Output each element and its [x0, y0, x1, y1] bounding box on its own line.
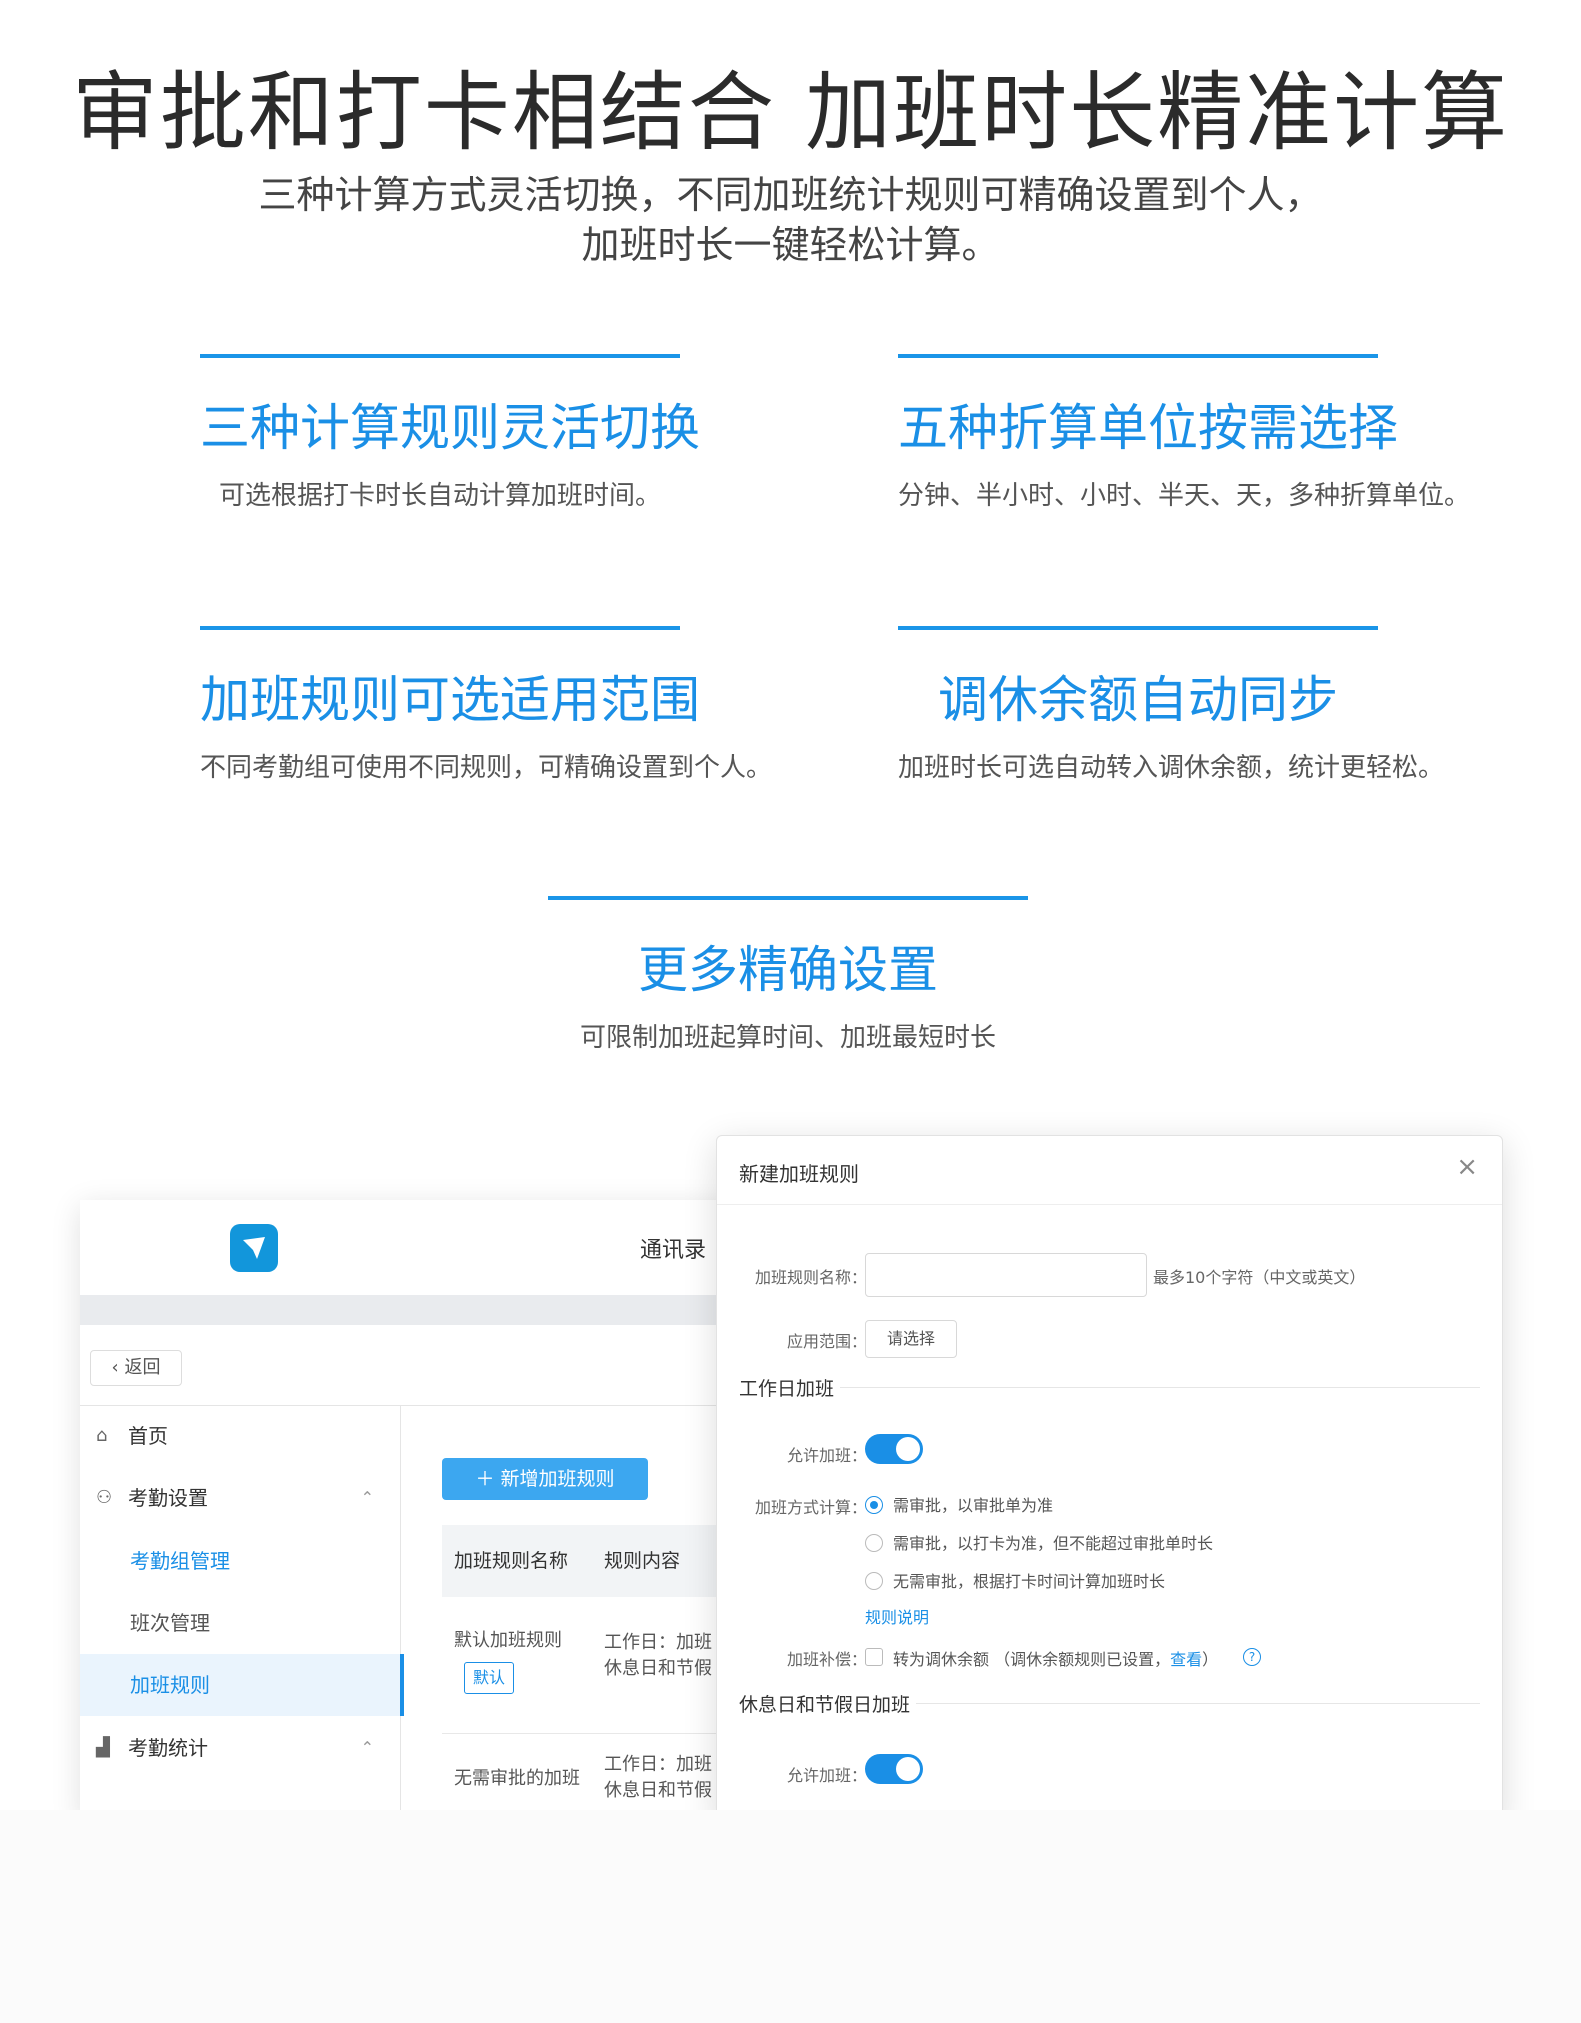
add-overtime-rule-button[interactable]: ＋ 新增加班规则 [442, 1458, 648, 1500]
feature-more-settings: 更多精确设置 可限制加班起算时间、加班最短时长 [548, 896, 1028, 1056]
feature-title: 三种计算规则灵活切换 [200, 399, 700, 457]
allow-overtime-label: 允许加班： [786, 1446, 867, 1465]
chevron-up-icon: ⌃ [360, 1488, 374, 1507]
calc-method-label: 加班方式计算： [754, 1498, 867, 1517]
help-icon[interactable]: ? [1243, 1648, 1261, 1666]
feature-desc: 分钟、半小时、小时、半天、天，多种折算单位。 [898, 481, 1471, 511]
feature-divider [548, 896, 1028, 900]
sidebar-item-label: 班次管理 [130, 1611, 210, 1635]
settings-grid-icon: ⚇ [96, 1487, 113, 1508]
rule-name-hint: 最多10个字符（中文或英文） [1153, 1268, 1366, 1287]
dialog-title: 新建加班规则 [739, 1162, 859, 1186]
table-row[interactable]: 默认加班规则 默认 工作日：加班 休息日和节假 [442, 1620, 760, 1730]
sidebar-item-overtime-rules[interactable]: 加班规则 [80, 1654, 404, 1716]
app-logo-icon [230, 1224, 278, 1272]
sidebar-item-group-mgmt[interactable]: 考勤组管理 [80, 1530, 400, 1592]
sidebar-item-label: 加班规则 [130, 1673, 210, 1697]
sidebar-item-label: 考勤统计 [128, 1736, 208, 1760]
feature-title: 五种折算单位按需选择 [898, 399, 1398, 457]
compensation-checkbox[interactable] [865, 1648, 883, 1666]
sidebar-item-attendance-stats[interactable]: ▟ 考勤统计 ⌃ [80, 1718, 400, 1778]
new-overtime-rule-dialog: 新建加班规则 × 加班规则名称： 最多10个字符（中文或英文） 应用范围： 请选… [716, 1135, 1503, 1827]
feature-divider [898, 626, 1378, 630]
sidebar-item-label: 首页 [128, 1424, 168, 1448]
rule-description-link[interactable]: 规则说明 [865, 1604, 929, 1628]
calc-option-label: 无需审批，根据打卡时间计算加班时长 [893, 1572, 1166, 1591]
close-icon[interactable]: × [1456, 1152, 1478, 1182]
table-row[interactable]: 无需审批的加班 工作日：加班 休息日和节假 [442, 1748, 760, 1818]
rule-content-line: 休息日和节假 [604, 1780, 712, 1801]
sidebar-item-home[interactable]: ⌂ 首页 [80, 1406, 400, 1466]
row-divider [442, 1733, 760, 1734]
feature-divider [200, 626, 680, 630]
page-subtitle: 三种计算方式灵活切换，不同加班统计规则可精确设置到个人， 加班时长一键轻松计算。 [0, 170, 1581, 270]
feature-scope: 加班规则可选适用范围 不同考勤组可使用不同规则，可精确设置到个人。 [200, 626, 773, 786]
feature-title: 加班规则可选适用范围 [200, 671, 700, 729]
chart-icon: ▟ [96, 1737, 110, 1758]
rule-name: 默认加班规则 [454, 1630, 562, 1651]
rule-content-line: 休息日和节假 [604, 1658, 712, 1679]
feature-desc: 不同考勤组可使用不同规则，可精确设置到个人。 [200, 753, 773, 783]
chevron-up-icon: ⌃ [360, 1738, 374, 1757]
dialog-header: 新建加班规则 × [717, 1136, 1502, 1205]
app-window: 通讯录 ‹ 返回 ⌂ 首页 ⚇ 考勤设置 ⌃ 考勤组管理 班次管理 加班规则 ▟… [80, 1200, 760, 1820]
feature-desc: 加班时长可选自动转入调休余额，统计更轻松。 [898, 753, 1445, 783]
allow-overtime-holiday-toggle[interactable] [865, 1754, 923, 1784]
back-button[interactable]: ‹ 返回 [90, 1350, 182, 1386]
workday-section-title: 工作日加班 [739, 1374, 841, 1401]
feature-leave-sync: 调休余额自动同步 加班时长可选自动转入调休余额，统计更轻松。 [898, 626, 1445, 786]
sidebar-item-label: 考勤设置 [128, 1486, 208, 1510]
compensation-text: 转为调休余额 （调休余额规则已设置，查看） [893, 1646, 1218, 1670]
sidebar-item-attendance-settings[interactable]: ⚇ 考勤设置 ⌃ [80, 1468, 400, 1528]
compensation-text-close: ） [1202, 1650, 1219, 1669]
calc-option-label: 需审批，以审批单为准 [893, 1496, 1054, 1515]
calc-option-radio[interactable] [865, 1572, 883, 1590]
table-header: 加班规则名称 规则内容 [442, 1525, 760, 1597]
feature-desc: 可选根据打卡时长自动计算加班时间。 [218, 481, 661, 511]
feature-title: 调休余额自动同步 [938, 671, 1338, 729]
rule-content-line: 工作日：加班 [604, 1632, 712, 1653]
feature-desc: 可限制加班起算时间、加班最短时长 [579, 1023, 996, 1053]
calc-option-radio[interactable] [865, 1534, 883, 1552]
holiday-section-title: 休息日和节假日加班 [739, 1690, 917, 1717]
feature-units: 五种折算单位按需选择 分钟、半小时、小时、半天、天，多种折算单位。 [898, 354, 1471, 514]
bottom-fade [0, 1810, 1581, 2023]
home-icon: ⌂ [96, 1425, 108, 1446]
feature-divider [898, 354, 1378, 358]
feature-divider [200, 354, 680, 358]
scope-select[interactable]: 请选择 [865, 1320, 957, 1358]
sidebar-item-label: 考勤组管理 [130, 1549, 230, 1573]
allow-overtime-label: 允许加班： [786, 1766, 867, 1785]
rule-content-line: 工作日：加班 [604, 1754, 712, 1775]
compensation-text-main: 转为调休余额 （调休余额规则已设置， [893, 1650, 1171, 1669]
app-topbar: 通讯录 [80, 1200, 760, 1295]
compensation-label: 加班补偿： [786, 1650, 867, 1669]
subtitle-line-2: 加班时长一键轻松计算。 [581, 223, 1000, 267]
column-header-name: 加班规则名称 [454, 1550, 569, 1572]
allow-overtime-toggle[interactable] [865, 1434, 923, 1464]
column-header-content: 规则内容 [604, 1550, 681, 1572]
calc-option-label: 需审批，以打卡为准，但不能超过审批单时长 [893, 1534, 1214, 1553]
view-link[interactable]: 查看 [1170, 1650, 1202, 1669]
feature-calc-rules: 三种计算规则灵活切换 可选根据打卡时长自动计算加班时间。 [200, 354, 700, 514]
page-title: 审批和打卡相结合 加班时长精准计算 [71, 63, 1510, 163]
subtitle-line-1: 三种计算方式灵活切换，不同加班统计规则可精确设置到个人， [258, 173, 1323, 217]
rule-name-input[interactable] [865, 1253, 1147, 1297]
sidebar-item-shift-mgmt[interactable]: 班次管理 [80, 1592, 400, 1654]
default-badge: 默认 [464, 1662, 514, 1694]
back-label: 返回 [124, 1357, 161, 1378]
rule-name-label: 加班规则名称： [754, 1268, 867, 1287]
scope-label: 应用范围： [786, 1332, 867, 1351]
feature-title: 更多精确设置 [638, 941, 938, 999]
sidebar: ⌂ 首页 ⚇ 考勤设置 ⌃ 考勤组管理 班次管理 加班规则 ▟ 考勤统计 ⌃ [80, 1406, 404, 1820]
rule-name: 无需审批的加班 [454, 1768, 580, 1789]
section-divider [739, 1387, 1480, 1388]
nav-contacts[interactable]: 通讯录 [640, 1232, 706, 1264]
chevron-left-icon: ‹ [111, 1357, 125, 1378]
calc-option-radio[interactable] [865, 1496, 883, 1514]
topbar-strip [80, 1295, 760, 1325]
